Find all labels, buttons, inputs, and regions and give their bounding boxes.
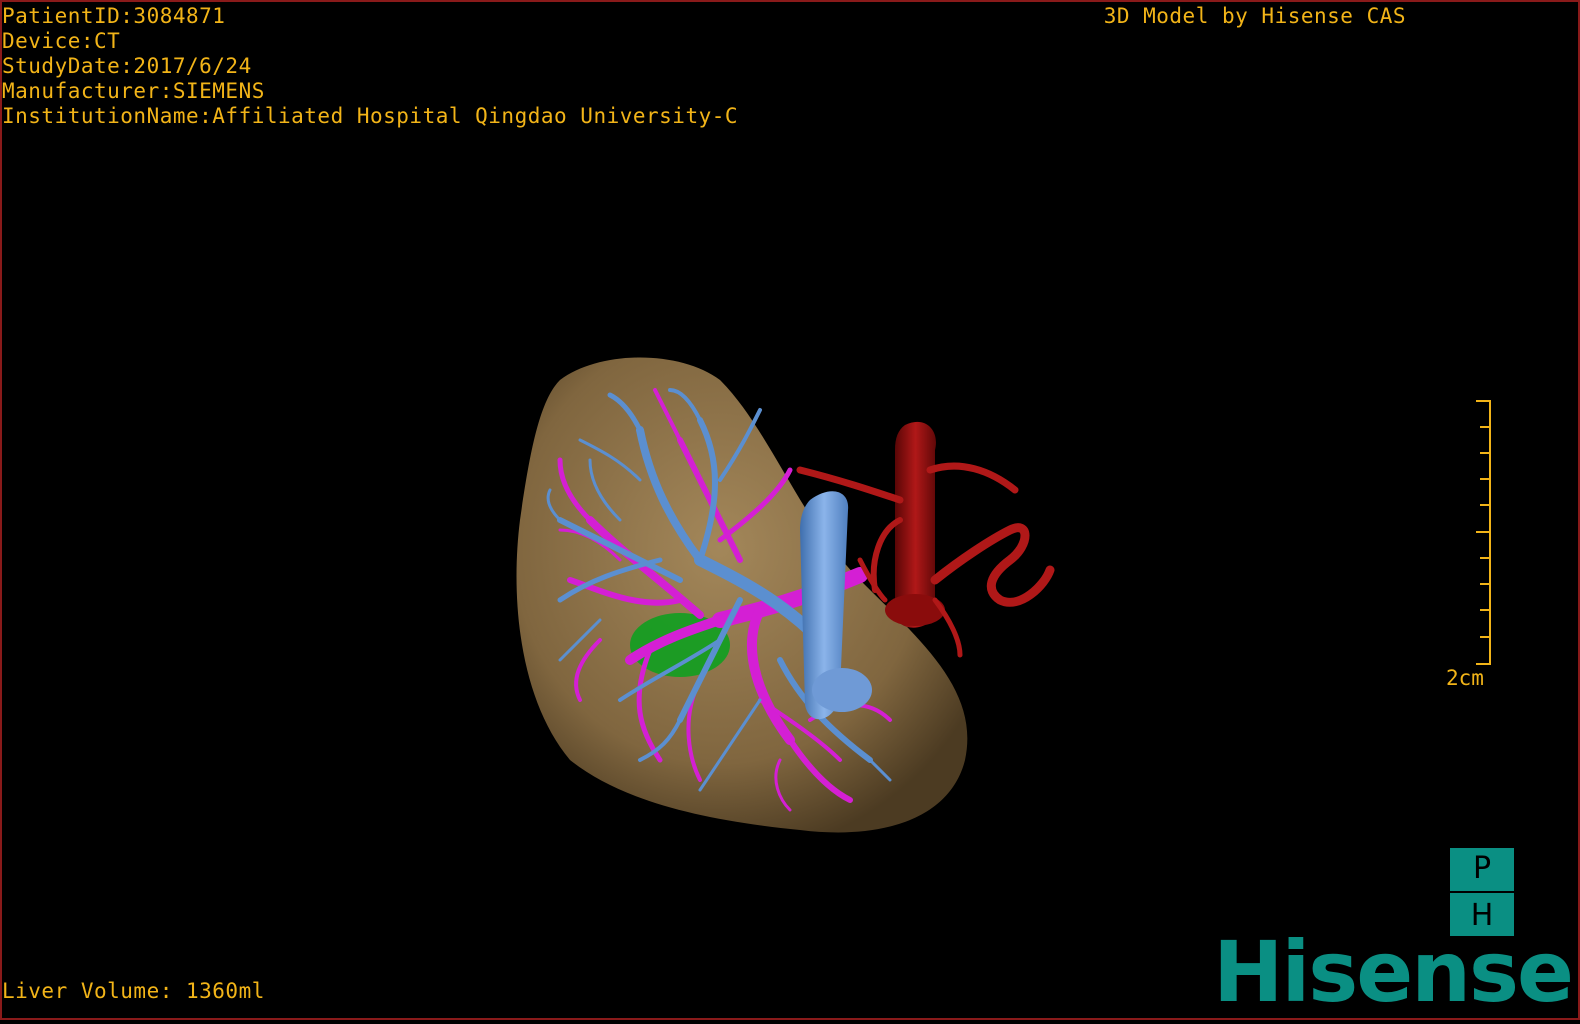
badge-letter-p: P <box>1472 850 1492 886</box>
hisense-logo: Hisense <box>1213 923 1574 1021</box>
ivc-stump <box>812 668 872 712</box>
3d-viewport[interactable] <box>0 0 1580 1020</box>
dicom-info-overlay: PatientID:3084871 Device:CT StudyDate:20… <box>2 4 738 129</box>
manufacturer-label: Manufacturer:SIEMENS <box>2 79 265 103</box>
institution-label: InstitutionName:Affiliated Hospital Qing… <box>2 104 739 128</box>
device-label: Device:CT <box>2 29 121 53</box>
badge-divider <box>1450 890 1514 893</box>
model-credit-label: 3D Model by Hisense CAS <box>1103 4 1406 28</box>
liver-3d-model[interactable] <box>0 0 1580 1020</box>
scale-bar-label: 2cm <box>1446 666 1484 690</box>
scale-bar <box>1476 400 1491 665</box>
study-date-label: StudyDate:2017/6/24 <box>2 54 252 78</box>
liver-volume-label: Liver Volume: 1360ml <box>2 979 265 1003</box>
patient-id-label: PatientID:3084871 <box>2 4 226 28</box>
